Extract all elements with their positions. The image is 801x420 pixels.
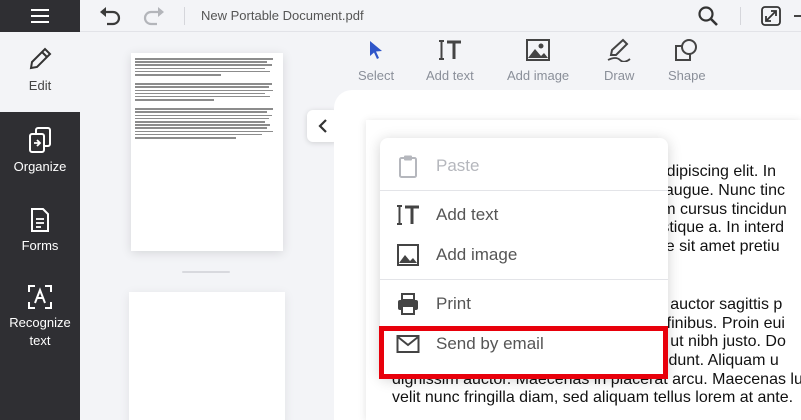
tool-label: Add image <box>507 68 570 83</box>
pages-icon <box>29 127 51 153</box>
minimize-icon[interactable] <box>794 15 801 17</box>
menu-item-label: Print <box>436 294 471 313</box>
document-text-line: rbi auctor sagittis p <box>648 296 783 313</box>
document-text-line: ue ut nibh justo. Do <box>648 333 786 350</box>
sidebar-item-organize[interactable]: Organize <box>0 126 80 176</box>
fullscreen-icon[interactable] <box>760 5 782 27</box>
divider <box>740 7 741 25</box>
document-text-line: er finibus. Proin eui <box>648 315 785 332</box>
sidebar-item-recognize-text[interactable]: Recognize text <box>0 284 80 350</box>
redo-icon[interactable] <box>142 6 166 26</box>
sidebar-item-label: Forms <box>21 238 59 253</box>
page-thumbnail-1[interactable] <box>131 53 283 251</box>
sidebar-item-label: Organize <box>13 159 67 174</box>
page-thumbnail-2[interactable] <box>129 292 285 420</box>
clipboard-icon <box>399 155 417 178</box>
text-icon <box>397 205 419 225</box>
menu-item-paste[interactable]: Paste <box>380 146 668 186</box>
hamburger-icon <box>31 7 49 25</box>
document-text-line: la augue. Nunc tinc <box>648 182 785 199</box>
document-title: New Portable Document.pdf <box>201 8 364 23</box>
menu-item-add-image[interactable]: Add image <box>380 235 668 275</box>
search-icon[interactable] <box>697 5 719 27</box>
document-text-line: rem cursus tincidun <box>648 201 787 218</box>
tool-select[interactable]: Select <box>358 38 394 83</box>
tool-label: Shape <box>668 68 706 83</box>
menu-button[interactable] <box>0 0 80 32</box>
sidebar-item-edit[interactable]: Edit <box>0 32 80 112</box>
text-icon <box>438 40 461 60</box>
tool-label: Select <box>358 68 395 83</box>
tool-add-text[interactable]: Add text <box>426 38 474 83</box>
document-text-line: tristique a. In interd <box>648 219 785 236</box>
sidebar-item-forms[interactable]: Forms <box>0 207 80 255</box>
thumbnail-panel <box>80 32 334 420</box>
pen-icon <box>607 38 631 62</box>
image-icon <box>526 39 551 61</box>
sidebar-dark-panel: Organize Forms Recognize text <box>0 112 80 420</box>
left-sidebar: Edit Organize Forms Recognize text <box>0 32 80 420</box>
thumbnail-divider <box>182 271 230 273</box>
ocr-icon <box>28 285 52 309</box>
undo-icon[interactable] <box>98 6 122 26</box>
top-bar: New Portable Document.pdf <box>0 0 801 32</box>
tool-add-image[interactable]: Add image <box>507 38 569 83</box>
menu-item-print[interactable]: Print <box>380 284 668 324</box>
pencil-icon <box>29 47 52 70</box>
tool-shape[interactable]: Shape <box>668 38 706 83</box>
sidebar-item-label-line2: text <box>29 333 51 348</box>
sidebar-item-label: Edit <box>28 78 52 93</box>
tool-draw[interactable]: Draw <box>604 38 634 83</box>
menu-item-label: Add text <box>436 205 499 224</box>
tool-label: Add text <box>426 68 474 83</box>
menu-item-label: Paste <box>436 156 480 175</box>
highlight-box <box>379 326 668 379</box>
printer-icon <box>398 293 418 315</box>
menu-item-label: Add image <box>436 245 518 264</box>
edit-toolbar: Select Add text Add image Draw Shape <box>334 32 801 90</box>
menu-divider <box>380 190 668 191</box>
cursor-icon <box>370 41 383 59</box>
tool-label: Draw <box>604 68 635 83</box>
image-icon <box>397 244 419 266</box>
chevron-left-icon <box>318 119 327 133</box>
form-icon <box>31 208 49 232</box>
menu-item-add-text[interactable]: Add text <box>380 195 668 235</box>
divider <box>184 7 185 25</box>
document-text-line: velit nunc fringilla diam, sed aliquam t… <box>392 389 794 406</box>
menu-divider <box>380 279 668 280</box>
sidebar-item-label: Recognize <box>9 315 71 330</box>
shape-icon <box>674 39 697 61</box>
